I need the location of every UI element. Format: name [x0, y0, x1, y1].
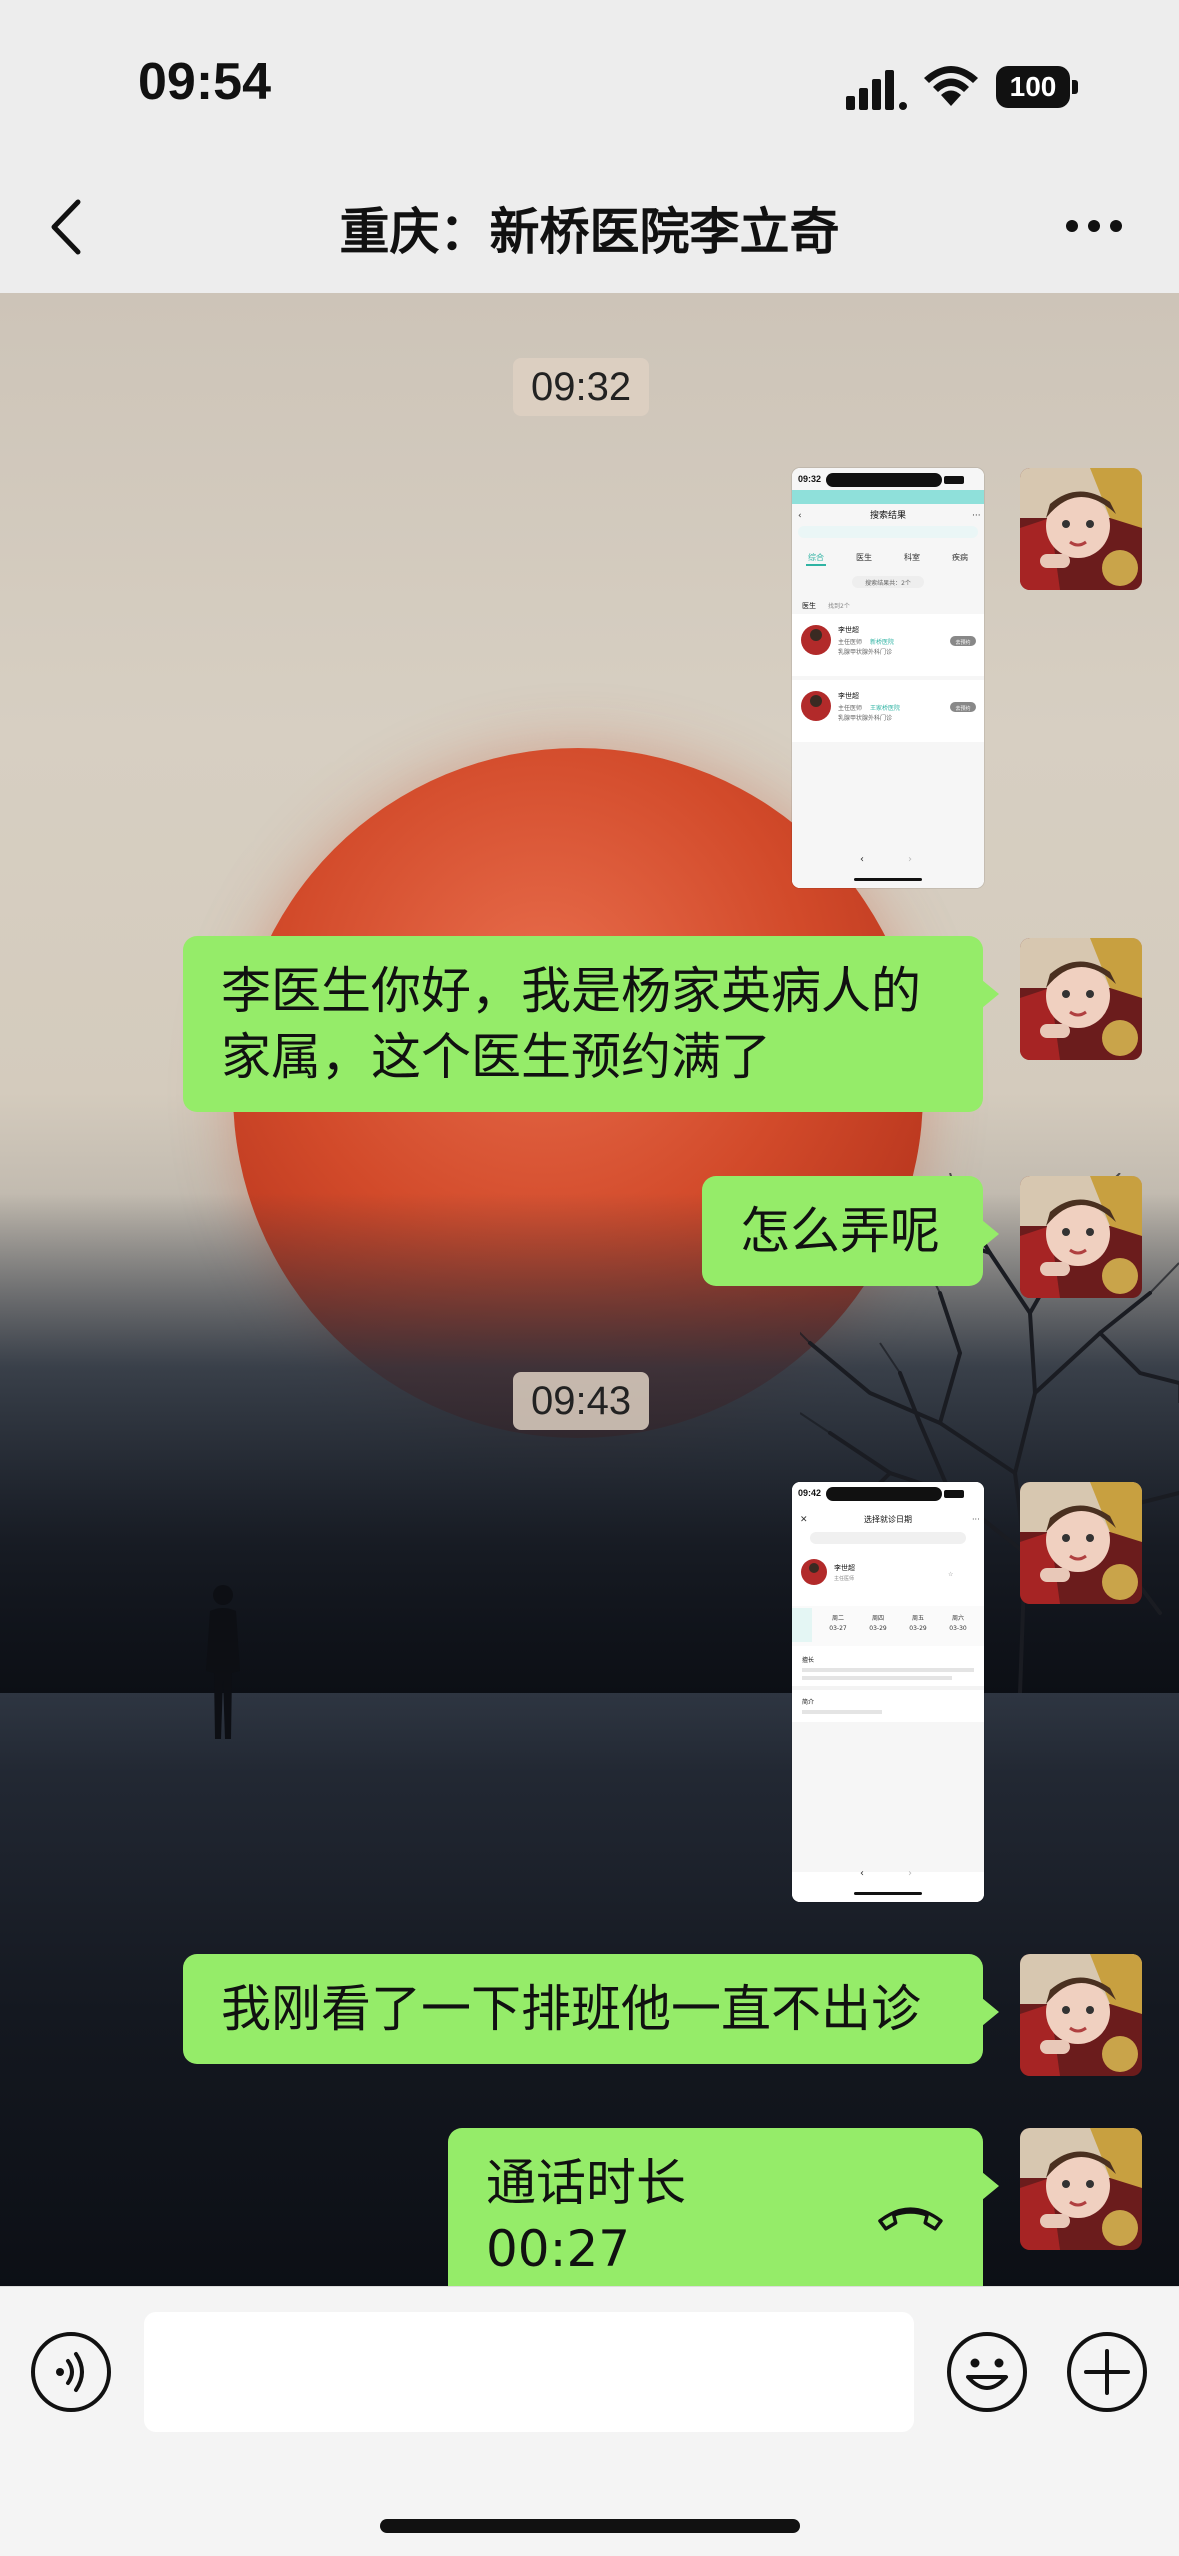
thumb-intro-heading: 擅长 — [802, 1656, 814, 1664]
chat-title: 重庆：新桥医院李立奇 — [339, 203, 840, 261]
svg-text:···: ··· — [972, 511, 981, 521]
thumb-status-time: 09:32 — [798, 474, 821, 484]
plus-icon[interactable] — [1064, 2329, 1150, 2415]
message-bubble[interactable]: 我刚看了一下排班他一直不出诊 — [183, 1954, 999, 2064]
image-message-date-selection[interactable]: 09:42 ✕ 选择就诊日期 ··· 李世超 主任医师 ☆ 周二 周四 周五 周… — [792, 1482, 984, 1902]
phone-hangup-icon — [878, 2207, 943, 2231]
thumb-tab-0: 综合 — [808, 552, 824, 562]
home-indicator — [380, 2519, 800, 2533]
thumb-date-day: 周六 — [952, 1614, 964, 1622]
thumb-doctor-title: 主任医师 — [838, 638, 862, 646]
thumb-date-day: 周五 — [912, 1615, 924, 1622]
thumb-book-button: 去预约 — [955, 705, 970, 712]
thumb-date-num: 03-30 — [949, 1625, 967, 1632]
svg-text:‹: ‹ — [860, 1868, 864, 1879]
message-timestamp: 09:43 — [513, 1372, 650, 1430]
status-time: 09:54 — [138, 53, 271, 111]
thumb-date-day: 周二 — [832, 1615, 844, 1622]
emoji-icon[interactable] — [944, 2329, 1030, 2415]
avatar[interactable] — [1020, 1176, 1142, 1298]
message-input[interactable] — [144, 2312, 914, 2432]
status-bar: 09:54 100 — [0, 0, 1179, 160]
avatar[interactable] — [1020, 468, 1142, 590]
chat-input-bar — [0, 2286, 1179, 2556]
svg-text:›: › — [908, 854, 912, 865]
call-duration-text: 通话时长 00:27 — [486, 2154, 686, 2278]
svg-text:›: › — [908, 1868, 912, 1879]
wallpaper-person-silhouette — [206, 1585, 240, 1739]
avatar[interactable] — [1020, 1954, 1142, 2076]
message-text: 我刚看了一下排班他一直不出诊 — [221, 1980, 921, 2038]
back-chevron-icon[interactable] — [46, 198, 86, 256]
thumb-date-num: 03-29 — [869, 1625, 887, 1632]
thumb-status-time: 09:42 — [798, 1488, 821, 1498]
voice-input-icon[interactable] — [28, 2329, 114, 2415]
message-bubble[interactable]: 李医生你好，我是杨家英病人的 家属，这个医生预约满了 — [183, 936, 999, 1112]
message-text-line: 李医生你好，我是杨家英病人的 — [221, 962, 921, 1020]
more-options-icon[interactable] — [1064, 218, 1124, 234]
thumb-section: 医生 — [802, 601, 816, 610]
image-message-search-results[interactable]: 09:32 搜索结果 ‹ ··· 综合 医生 科室 疾病 搜索结果共：2个 医生… — [792, 468, 984, 888]
wifi-icon — [924, 66, 978, 106]
thumb-tab-1: 医生 — [856, 552, 872, 562]
thumb-date-day: 周四 — [872, 1615, 884, 1622]
thumb-doctor-name: 李世超 — [834, 1563, 855, 1572]
chat-nav-bar: 重庆：新桥医院李立奇 — [0, 160, 1179, 293]
avatar[interactable] — [1020, 1482, 1142, 1604]
message-timestamp: 09:32 — [513, 358, 650, 416]
thumb-header: 搜索结果 — [870, 509, 906, 521]
thumb-doctor-hospital: 新桥医院 — [870, 638, 894, 646]
thumb-doctor-name: 李世超 — [838, 691, 859, 700]
cellular-signal-icon — [846, 70, 907, 110]
thumb-section-count: 找到2个 — [828, 602, 850, 610]
thumb-header: 选择就诊日期 — [864, 1514, 912, 1524]
battery-indicator: 100 — [996, 66, 1078, 108]
message-text: 怎么弄呢 — [740, 1202, 940, 1260]
thumb-doctor-hospital: 王家桥医院 — [870, 704, 900, 712]
call-record-bubble[interactable]: 通话时长 00:27 — [448, 2128, 999, 2304]
thumb-book-button: 去预约 — [955, 639, 970, 646]
thumb-bio-heading: 简介 — [802, 1698, 814, 1706]
thumb-doctor-name: 李世超 — [838, 625, 859, 634]
message-bubble[interactable]: 怎么弄呢 — [702, 1176, 999, 1286]
thumb-date-num: 03-27 — [829, 1625, 847, 1632]
svg-text:···: ··· — [972, 1515, 980, 1524]
avatar[interactable] — [1020, 938, 1142, 1060]
thumb-date-num: 03-29 — [909, 1625, 927, 1632]
svg-text:✕: ✕ — [800, 1515, 808, 1525]
battery-level: 100 — [996, 66, 1070, 108]
svg-text:☆: ☆ — [948, 1571, 953, 1578]
thumb-tab-3: 疾病 — [952, 552, 968, 562]
thumb-filter: 搜索结果共：2个 — [865, 579, 911, 587]
message-text-line: 家属，这个医生预约满了 — [221, 1028, 771, 1086]
svg-text:‹: ‹ — [798, 511, 802, 521]
thumb-doctor-dept: 乳腺甲状腺外科门诊 — [838, 648, 892, 656]
thumb-doctor-title: 主任医师 — [838, 704, 862, 712]
battery-tip — [1072, 80, 1078, 94]
thumb-doctor-title: 主任医师 — [834, 1575, 854, 1582]
svg-text:‹: ‹ — [860, 854, 864, 865]
avatar[interactable] — [1020, 2128, 1142, 2250]
thumb-tab-2: 科室 — [904, 552, 920, 562]
thumb-doctor-dept: 乳腺甲状腺外科门诊 — [838, 714, 892, 722]
